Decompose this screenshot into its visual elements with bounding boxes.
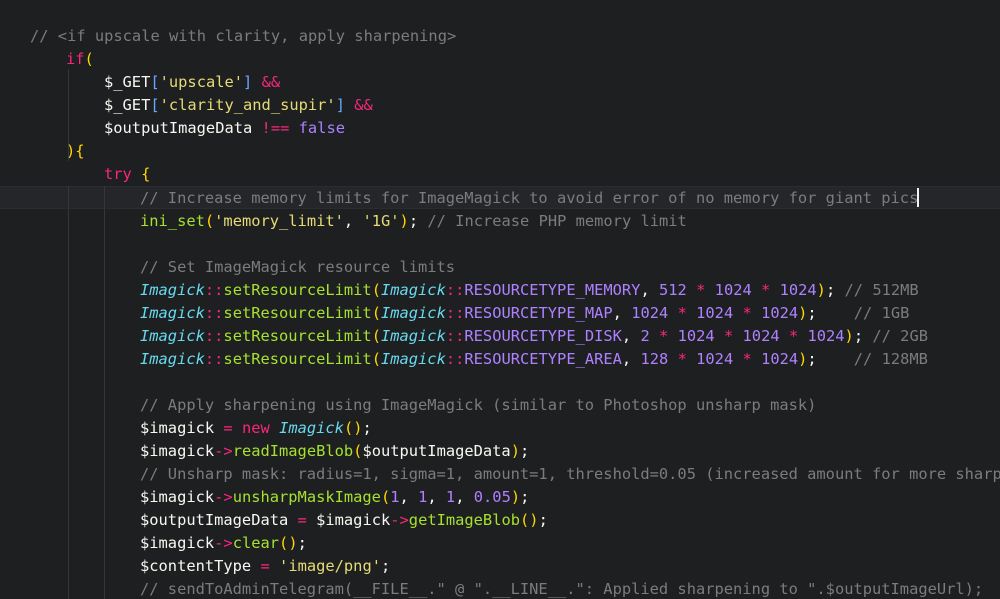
code-line[interactable]: if( <box>66 48 94 71</box>
code-line[interactable]: Imagick::setResourceLimit(Imagick::RESOU… <box>140 348 928 371</box>
code-line[interactable]: $contentType = 'image/png'; <box>140 555 390 578</box>
code-line[interactable]: // Set ImageMagick resource limits <box>140 256 455 279</box>
code-line[interactable]: // <if upscale with clarity, apply sharp… <box>30 25 456 48</box>
code-line[interactable]: ){ <box>66 140 85 163</box>
code-line[interactable]: $imagick = new Imagick(); <box>140 417 372 440</box>
code-line[interactable]: Imagick::setResourceLimit(Imagick::RESOU… <box>140 325 928 348</box>
text-cursor <box>917 188 919 207</box>
code-editor[interactable]: // <if upscale with clarity, apply sharp… <box>0 0 1000 599</box>
code-line[interactable]: Imagick::setResourceLimit(Imagick::RESOU… <box>140 279 919 302</box>
code-line[interactable]: // Unsharp mask: radius=1, sigma=1, amou… <box>140 463 1000 486</box>
code-line[interactable]: // Increase memory limits for ImageMagic… <box>140 187 918 210</box>
code-line[interactable]: // Apply sharpening using ImageMagick (s… <box>140 394 816 417</box>
code-line[interactable]: ini_set('memory_limit', '1G'); // Increa… <box>140 210 687 233</box>
code-line[interactable]: Imagick::setResourceLimit(Imagick::RESOU… <box>140 302 909 325</box>
code-line[interactable]: $imagick->clear(); <box>140 532 307 555</box>
code-line[interactable]: $outputImageData !== false <box>104 117 345 140</box>
code-line[interactable]: $imagick->unsharpMaskImage(1, 1, 1, 0.05… <box>140 486 529 509</box>
code-line[interactable]: try { <box>104 163 150 186</box>
indent-guide <box>104 186 105 599</box>
code-line[interactable]: // sendToAdminTelegram(__FILE__." @ ".__… <box>140 578 983 599</box>
code-line[interactable]: $imagick->readImageBlob($outputImageData… <box>140 440 529 463</box>
indent-guide <box>68 186 69 599</box>
code-line[interactable]: $outputImageData = $imagick->getImageBlo… <box>140 509 548 532</box>
code-line[interactable]: $_GET['clarity_and_supir'] && <box>104 94 373 117</box>
code-line[interactable]: $_GET['upscale'] && <box>104 71 280 94</box>
